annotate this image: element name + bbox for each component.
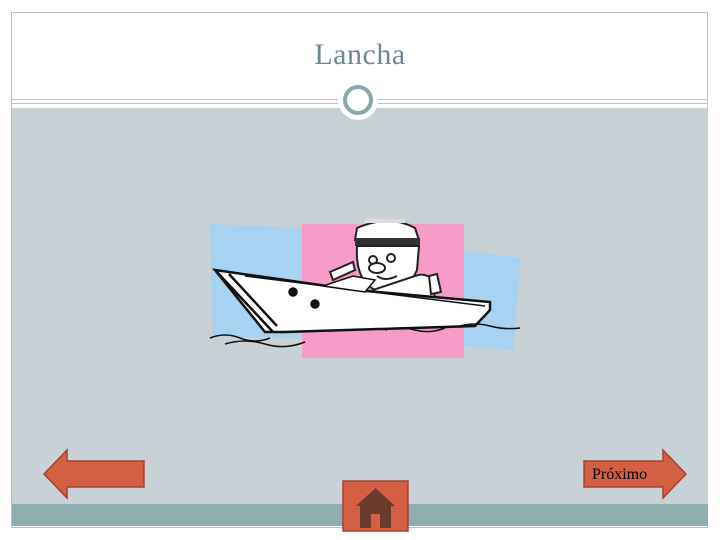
next-button-label[interactable]: Próximo [592, 466, 647, 484]
home-button[interactable] [342, 480, 409, 532]
back-button[interactable] [42, 448, 148, 500]
left-arrow-icon [42, 448, 145, 500]
slide-title: Lancha [314, 38, 406, 71]
boat-illustration [209, 219, 521, 358]
ring-ornament-icon [338, 80, 378, 120]
